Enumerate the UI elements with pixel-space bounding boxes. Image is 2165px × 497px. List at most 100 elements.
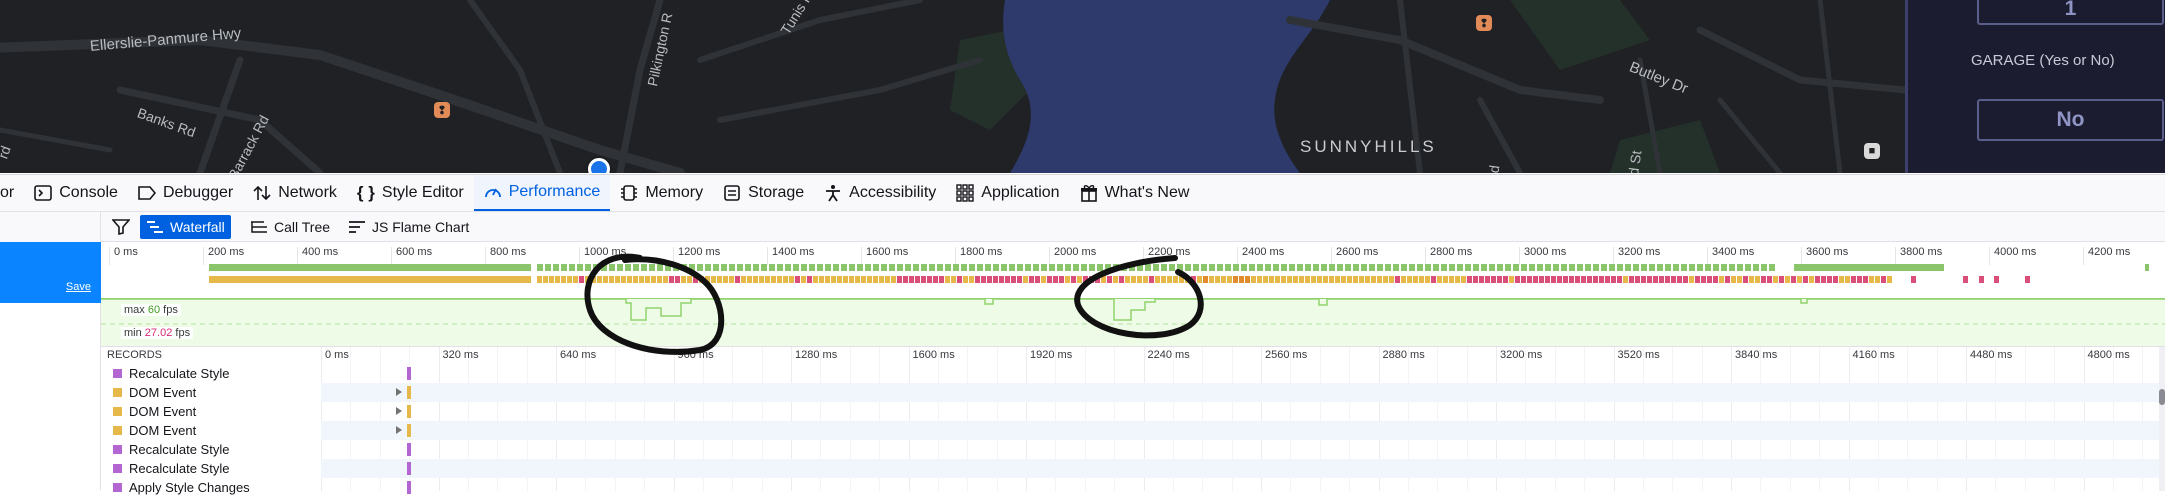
tab-network[interactable]: Network: [243, 175, 347, 211]
layout-marker: [1563, 276, 1568, 283]
waterfall-tick-label: 1600 ms: [912, 349, 955, 361]
paint-marker: [1545, 264, 1551, 271]
waterfall-row[interactable]: Recalculate Style: [101, 440, 2165, 459]
paint-marker: [209, 264, 531, 271]
waterfall-row[interactable]: DOM Event: [101, 402, 2165, 421]
marker-bar[interactable]: [407, 424, 411, 437]
waterfall-row[interactable]: Apply Style Changes: [101, 478, 2165, 497]
garage-field[interactable]: No: [1977, 99, 2164, 141]
waterfall-button[interactable]: Waterfall: [140, 215, 231, 239]
js-marker: [1161, 276, 1166, 283]
marker-color-swatch: [113, 426, 122, 435]
tab-console[interactable]: Console: [24, 175, 128, 211]
waterfall-row[interactable]: Recalculate Style: [101, 364, 2165, 383]
restaurant-icon[interactable]: ❢: [434, 102, 450, 118]
performance-toolbar: Waterfall Call Tree JS Flame Chart: [0, 212, 2165, 242]
marker-bar[interactable]: [407, 481, 411, 494]
paint-marker: [1121, 264, 1127, 271]
paint-marker: [1569, 264, 1575, 271]
expand-twisty-icon[interactable]: [396, 407, 402, 415]
timeline-overview[interactable]: 0 ms 200 ms 400 ms 600 ms 800 ms 1000 ms 1200 …: [101, 242, 2165, 346]
save-recording-link[interactable]: Save: [66, 281, 91, 293]
recording-item[interactable]: Save: [0, 242, 101, 303]
waterfall-row[interactable]: DOM Event: [101, 421, 2165, 440]
js-marker: [1137, 276, 1142, 283]
paint-marker: [1033, 264, 1039, 271]
paint-marker: [1593, 264, 1599, 271]
layout-marker: [957, 276, 962, 283]
marker-bar[interactable]: [407, 386, 411, 399]
paint-marker: [593, 264, 599, 271]
restaurant-icon[interactable]: ❢: [1476, 15, 1492, 31]
paint-marker: [849, 264, 855, 271]
paint-marker: [1313, 264, 1319, 271]
marker-bar[interactable]: [407, 443, 411, 456]
tab-whats-new[interactable]: What's New: [1070, 175, 1200, 211]
shopping-icon[interactable]: ■: [1864, 143, 1880, 159]
js-marker: [759, 276, 764, 283]
paint-marker: [1377, 264, 1383, 271]
paint-marker: [1417, 264, 1423, 271]
waterfall-tick-label: 640 ms: [560, 349, 597, 361]
scrollbar-thumb[interactable]: [2159, 389, 2165, 405]
js-marker: [1371, 276, 1376, 283]
paint-marker: [1009, 264, 1015, 271]
js-marker: [621, 276, 626, 283]
fps-unit: fps: [163, 304, 178, 316]
js-marker: [1509, 276, 1514, 283]
paint-marker: [577, 264, 583, 271]
js-marker: [1755, 276, 1760, 283]
layout-marker: [975, 276, 980, 283]
paint-marker: [1609, 264, 1615, 271]
paint-marker: [1241, 264, 1247, 271]
tab-style-editor[interactable]: { } Style Editor: [347, 175, 474, 211]
count-field[interactable]: 1: [1977, 0, 2164, 25]
js-marker: [837, 276, 842, 283]
js-marker: [1407, 276, 1412, 283]
fps-max-label: max 60 fps: [121, 304, 181, 316]
filter-button[interactable]: [108, 215, 134, 239]
marker-bar[interactable]: [407, 367, 411, 380]
layout-marker: [1485, 276, 1490, 283]
tab-performance[interactable]: Performance: [473, 175, 611, 211]
paint-marker: [657, 264, 663, 271]
js-marker: [801, 276, 806, 283]
paint-marker: [1049, 264, 1055, 271]
expand-twisty-icon[interactable]: [396, 388, 402, 396]
waterfall-tick-label: 3200 ms: [1500, 349, 1543, 361]
paint-marker: [1713, 264, 1719, 271]
tab-debugger[interactable]: Debugger: [128, 175, 243, 211]
waterfall-row[interactable]: DOM Event: [101, 383, 2165, 402]
js-marker: [1233, 276, 1238, 283]
expand-twisty-icon[interactable]: [396, 426, 402, 434]
js-marker: [669, 276, 674, 283]
tab-memory[interactable]: Memory: [610, 175, 713, 211]
map-view[interactable]: Ellerslie-Panmure Hwy Banks Rd Barrack R…: [0, 0, 1905, 173]
paint-marker: [1465, 264, 1471, 271]
tab-application[interactable]: Application: [946, 175, 1069, 211]
layout-marker: [921, 276, 926, 283]
paint-marker: [841, 264, 847, 271]
layout-marker: [1149, 276, 1154, 283]
layout-marker: [1497, 276, 1502, 283]
tab-storage[interactable]: Storage: [713, 175, 814, 211]
paint-marker: [1297, 264, 1303, 271]
call-tree-icon: [250, 219, 268, 235]
layout-marker: [1473, 276, 1478, 283]
layout-marker: [1551, 276, 1556, 283]
marker-bar[interactable]: [407, 462, 411, 475]
waterfall-row[interactable]: Recalculate Style: [101, 459, 2165, 478]
tab-inspector[interactable]: or: [0, 175, 24, 211]
marker-bar[interactable]: [407, 405, 411, 418]
js-flame-chart-button[interactable]: JS Flame Chart: [342, 215, 475, 239]
row-label: Recalculate Style: [129, 442, 230, 457]
waterfall-tick-label: 320 ms: [442, 349, 479, 361]
storage-icon: [723, 184, 741, 202]
records-scrollbar[interactable]: [2159, 347, 2165, 491]
call-tree-button[interactable]: Call Tree: [244, 215, 336, 239]
js-marker: [1245, 276, 1250, 283]
js-marker: [1323, 276, 1328, 283]
layout-marker: [1503, 276, 1508, 283]
paint-marker: [1113, 264, 1119, 271]
tab-accessibility[interactable]: Accessibility: [814, 175, 946, 211]
